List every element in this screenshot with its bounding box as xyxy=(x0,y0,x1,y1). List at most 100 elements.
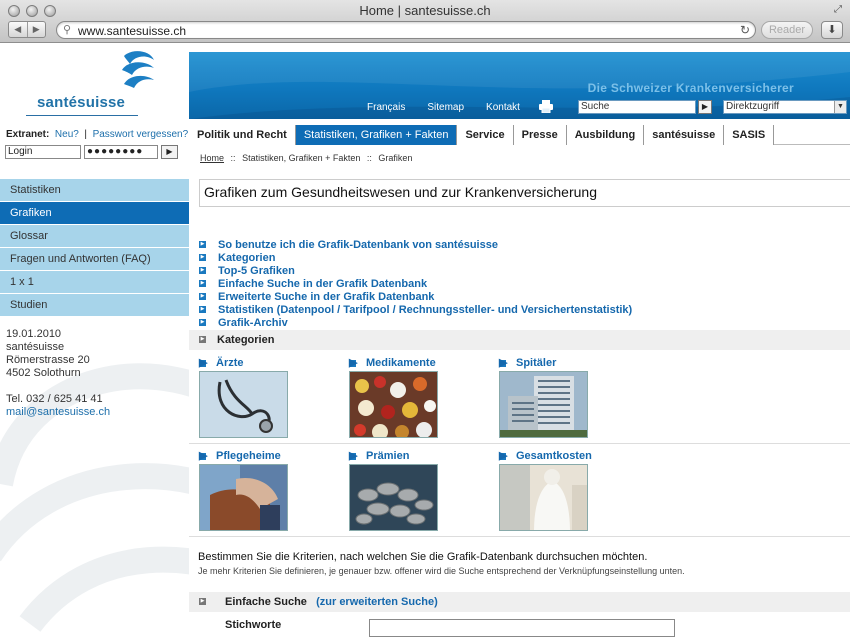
logo[interactable]: santésuisse xyxy=(0,44,189,122)
sidebar-item-1x1[interactable]: 1 x 1 xyxy=(0,271,189,293)
category-row: ▶ Ärzte ▶ Medikamente ▶ Spitäler xyxy=(189,351,850,444)
category-praemien[interactable]: ▶ Prämien xyxy=(349,450,489,531)
link-kontakt[interactable]: Kontakt xyxy=(486,102,520,113)
category-pflegeheime[interactable]: ▶ Pflegeheime xyxy=(199,450,339,531)
login-field[interactable]: Login xyxy=(5,145,81,159)
extranet-separator: | xyxy=(84,129,87,140)
tab-service[interactable]: Service xyxy=(457,125,514,145)
link-grafik-archiv[interactable]: Grafik-Archiv xyxy=(218,317,288,329)
sidebar-item-grafiken[interactable]: Grafiken xyxy=(0,202,189,224)
link-francais[interactable]: Français xyxy=(367,102,405,113)
link-erweiterte-suche[interactable]: Erweiterte Suche in der Grafik Datenbank xyxy=(218,291,434,303)
reader-button[interactable]: Reader xyxy=(761,21,813,39)
category-label[interactable]: Spitäler xyxy=(516,357,556,369)
list-item: ▶ Grafik-Archiv xyxy=(199,316,632,329)
email-link[interactable]: mail@santesuisse.ch xyxy=(6,406,110,418)
stethoscope-image[interactable] xyxy=(199,371,288,438)
link-kategorien[interactable]: Kategorien xyxy=(218,252,275,264)
arrow-bullet-icon: ▶ xyxy=(199,356,208,369)
quick-links: ▶ So benutze ich die Grafik-Datenbank vo… xyxy=(199,238,632,329)
breadcrumb-home[interactable]: Home xyxy=(200,153,224,163)
tab-statistiken-grafiken-fakten[interactable]: Statistiken, Grafiken + Fakten xyxy=(295,125,458,145)
fullscreen-icon[interactable]: ⤢ xyxy=(832,4,844,16)
arrow-bullet-icon: ▶ xyxy=(349,356,358,369)
sidebar-item-statistiken[interactable]: Statistiken xyxy=(0,179,189,201)
santesuisse-logo-icon xyxy=(122,51,154,88)
category-label[interactable]: Ärzte xyxy=(216,357,244,369)
main-nav-tabs: Politik und Recht Statistiken, Grafiken … xyxy=(189,125,850,145)
search-icon: ⚲ xyxy=(63,24,72,36)
downloads-icon[interactable]: ⬇ xyxy=(821,21,843,39)
list-item: ▶ Erweiterte Suche in der Grafik Datenba… xyxy=(199,290,632,303)
pills-image[interactable] xyxy=(349,371,438,438)
contact-address: 19.01.2010 santésuisse Römerstrasse 20 4… xyxy=(6,328,110,419)
extranet-label: Extranet: xyxy=(6,129,50,140)
category-label[interactable]: Prämien xyxy=(366,450,409,462)
window-title: Home | santesuisse.ch xyxy=(359,3,491,18)
tab-ausbildung[interactable]: Ausbildung xyxy=(566,125,645,145)
list-item: ▶ Top-5 Grafiken xyxy=(199,264,632,277)
category-medikamente[interactable]: ▶ Medikamente xyxy=(349,357,489,438)
advanced-search-link[interactable]: (zur erweiterten Suche) xyxy=(316,596,438,608)
coins-image[interactable] xyxy=(349,464,438,531)
logo-underline xyxy=(26,115,138,116)
care-home-image[interactable] xyxy=(199,464,288,531)
password-field[interactable]: ●●●●●●●● xyxy=(84,145,158,159)
category-spitaeler[interactable]: ▶ Spitäler xyxy=(499,357,639,438)
arrow-bullet-icon: ▶ xyxy=(199,306,206,313)
category-row: ▶ Pflegeheime ▶ Prämien ▶ Gesamtkosten xyxy=(189,444,850,537)
main-content: Home :: Statistiken, Grafiken + Fakten :… xyxy=(189,146,850,643)
login-submit-button[interactable]: ▶ xyxy=(161,145,178,159)
new-user-link[interactable]: Neu? xyxy=(55,129,79,140)
einfache-suche-label: Einfache Suche xyxy=(225,596,307,608)
tab-politik-und-recht[interactable]: Politik und Recht xyxy=(189,125,296,145)
sidebar-item-faq[interactable]: Fragen und Antworten (FAQ) xyxy=(0,248,189,270)
link-statistiken[interactable]: Statistiken (Datenpool / Tarifpool / Rec… xyxy=(218,304,632,316)
breadcrumb-separator: :: xyxy=(230,153,236,163)
arrow-bullet-icon: ▶ xyxy=(199,241,206,248)
einfache-suche-header: ▶ Einfache Suche (zur erweiterten Suche) xyxy=(189,592,850,612)
forgot-password-link[interactable]: Passwort vergessen? xyxy=(93,129,189,140)
forward-button[interactable]: ▶ xyxy=(26,22,46,37)
tab-presse[interactable]: Presse xyxy=(513,125,567,145)
link-einfache-suche[interactable]: Einfache Suche in der Grafik Datenbank xyxy=(218,278,427,290)
category-label[interactable]: Pflegeheime xyxy=(216,450,281,462)
history-buttons: ◀ ▶ xyxy=(8,21,46,38)
arrow-bullet-icon: ▶ xyxy=(499,449,508,462)
category-gesamtkosten[interactable]: ▶ Gesamtkosten xyxy=(499,450,639,531)
print-icon[interactable] xyxy=(539,100,553,113)
extranet-row: Extranet: Neu? | Passwort vergessen? xyxy=(6,129,188,140)
sidebar-item-studien[interactable]: Studien xyxy=(0,294,189,316)
tab-santesuisse[interactable]: santésuisse xyxy=(644,125,725,145)
url-text[interactable]: www.santesuisse.ch xyxy=(78,24,186,38)
category-label[interactable]: Medikamente xyxy=(366,357,436,369)
arrow-bullet-icon: ▶ xyxy=(499,356,508,369)
direktzugriff-value: Direktzugriff xyxy=(726,101,780,112)
category-label[interactable]: Gesamtkosten xyxy=(516,450,592,462)
direktzugriff-select[interactable]: Direktzugriff ▼ xyxy=(723,100,847,114)
medical-staff-image[interactable] xyxy=(499,464,588,531)
sidebar-item-glossar[interactable]: Glossar xyxy=(0,225,189,247)
category-aerzte[interactable]: ▶ Ärzte xyxy=(199,357,339,438)
address-bar[interactable]: ⚲ www.santesuisse.ch ↻ xyxy=(56,21,756,39)
arrow-bullet-icon: ▶ xyxy=(199,319,206,326)
stichworte-input[interactable] xyxy=(369,619,675,637)
reload-icon[interactable]: ↻ xyxy=(740,23,750,37)
site-search-input[interactable]: Suche xyxy=(578,100,696,114)
address-street: Römerstrasse 20 xyxy=(6,354,90,366)
list-item: ▶ So benutze ich die Grafik-Datenbank vo… xyxy=(199,238,632,251)
site-search-submit-button[interactable]: ▶ xyxy=(698,100,712,114)
header-banner: Die Schweizer Krankenversicherer Françai… xyxy=(189,52,850,119)
hospital-building-image[interactable] xyxy=(499,371,588,438)
link-top5[interactable]: Top-5 Grafiken xyxy=(218,265,295,277)
arrow-bullet-icon: ▶ xyxy=(199,280,206,287)
back-button[interactable]: ◀ xyxy=(9,22,27,37)
link-how-to[interactable]: So benutze ich die Grafik-Datenbank von … xyxy=(218,239,498,251)
link-sitemap[interactable]: Sitemap xyxy=(427,102,464,113)
arrow-bullet-icon: ▶ xyxy=(199,267,206,274)
tab-sasis[interactable]: SASIS xyxy=(724,125,775,145)
criteria-subtext: Je mehr Kriterien Sie definieren, je gen… xyxy=(198,566,685,576)
list-item: ▶ Kategorien xyxy=(199,251,632,264)
breadcrumb-statistiken[interactable]: Statistiken, Grafiken + Fakten xyxy=(242,153,360,163)
list-item: ▶ Einfache Suche in der Grafik Datenbank xyxy=(199,277,632,290)
